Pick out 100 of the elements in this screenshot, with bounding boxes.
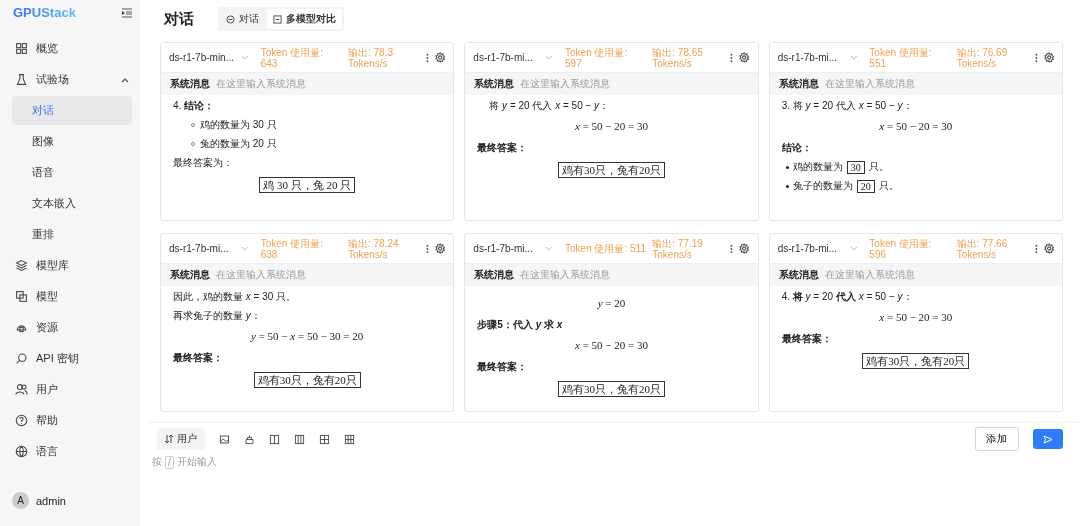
two-column-icon[interactable] xyxy=(269,433,280,445)
model-selector[interactable]: ds-r1-7b-mi... xyxy=(777,52,844,63)
image-icon[interactable] xyxy=(219,433,230,445)
output-speed: 输出: 78.24 Tokens/s xyxy=(347,237,400,260)
user-name[interactable]: admin xyxy=(36,494,66,507)
settings-icon[interactable] xyxy=(434,243,446,254)
answer-text: 最终答案为： xyxy=(173,156,234,170)
token-usage: Token 使用量: 638 xyxy=(260,237,324,260)
nav-item[interactable]: 概览 xyxy=(0,33,140,64)
boxed-answer: 鸡 30 只，兔 20 只 xyxy=(259,177,356,193)
math-equation: y = 20 xyxy=(596,297,627,309)
nav-subitem[interactable]: 语音 xyxy=(12,158,132,187)
heading-text: 步骤5：代入 y 求 x xyxy=(477,318,564,332)
nav-item[interactable]: 模型 xyxy=(0,281,140,312)
settings-icon[interactable] xyxy=(1043,52,1054,63)
boxed-answer: 鸡有30只，兔有20只 xyxy=(253,372,361,388)
system-message-label: 系统消息 xyxy=(778,268,819,282)
logo: GPUStack xyxy=(13,5,76,20)
math-equation: x = 50 − 20 = 30 xyxy=(574,120,649,132)
nav-item[interactable]: 帮助 xyxy=(0,405,140,436)
heading-text: 结论： xyxy=(781,141,813,155)
model-selector[interactable]: ds-r1-7b-min... xyxy=(169,52,236,63)
output-speed: 输出: 76.69 Tokens/s xyxy=(956,46,1009,69)
collapse-menu-icon[interactable] xyxy=(122,7,132,18)
output-speed: 输出: 77.19 Tokens/s xyxy=(652,237,704,260)
list-item: 鸡的数量为 xyxy=(792,160,843,174)
math-equation: x = 50 − 20 = 30 xyxy=(878,120,954,132)
output-speed: 输出: 78.3 Tokens/s xyxy=(347,46,394,69)
add-button[interactable]: 添加 xyxy=(975,427,1019,451)
settings-icon[interactable] xyxy=(1043,243,1054,254)
token-usage: Token 使用量: 643 xyxy=(260,46,324,69)
more-icon[interactable] xyxy=(730,52,734,63)
math-equation: y = 50 − x = 50 − 30 = 20 xyxy=(249,330,365,342)
model-selector[interactable]: ds-r1-7b-mi... xyxy=(473,243,540,254)
bullet-icon xyxy=(785,184,789,188)
settings-icon[interactable] xyxy=(434,52,446,63)
more-icon[interactable] xyxy=(426,243,429,254)
system-message-label: 系统消息 xyxy=(474,77,515,91)
role-button[interactable]: 用户 xyxy=(157,428,205,450)
users-icon xyxy=(15,383,28,396)
search-icon xyxy=(15,352,28,365)
shortcut-key: / xyxy=(165,455,174,469)
tab[interactable]: 多模型对比 xyxy=(267,9,342,29)
system-message-label: 系统消息 xyxy=(778,77,819,91)
nav-subitem[interactable]: 文本嵌入 xyxy=(12,189,132,218)
model-selector[interactable]: ds-r1-7b-mi... xyxy=(169,243,236,254)
nav-subitem[interactable]: 对话 xyxy=(12,96,132,125)
nav-subitem[interactable]: 重排 xyxy=(12,220,132,249)
swap-icon xyxy=(165,435,173,443)
panel-icon xyxy=(273,14,282,24)
list-item: 兔的数量为 20 只 xyxy=(200,137,277,151)
more-icon[interactable] xyxy=(1034,52,1038,63)
list-item: 兔子的数量为 xyxy=(792,179,853,193)
token-usage: Token 使用量: 596 xyxy=(869,237,933,260)
system-message-label: 系统消息 xyxy=(170,268,210,282)
output-speed: 输出: 78.65 Tokens/s xyxy=(652,46,704,69)
chevron-icon xyxy=(121,76,129,83)
answer-text: 再求兔子的数量 y： xyxy=(173,309,262,323)
hint-text: 按 xyxy=(152,455,162,469)
list-item: 只。 xyxy=(878,179,899,193)
more-icon[interactable] xyxy=(730,243,734,254)
avatar[interactable]: A xyxy=(12,492,29,509)
send-icon xyxy=(1043,434,1053,444)
heading-text: 最终答案： xyxy=(173,351,224,365)
model-selector[interactable]: ds-r1-7b-mi... xyxy=(473,52,540,63)
nav-item[interactable]: 用户 xyxy=(0,374,140,405)
system-message-label: 系统消息 xyxy=(474,268,515,282)
grid-four-icon[interactable] xyxy=(319,433,330,445)
nav-item[interactable]: 试验场 xyxy=(0,64,140,95)
answer-text: 因此，鸡的数量 x = 30 只。 xyxy=(173,290,298,304)
heading-text: 最终答案： xyxy=(781,332,833,346)
settings-icon[interactable] xyxy=(739,243,750,254)
nav-item[interactable]: 模型库 xyxy=(0,250,140,281)
grid-icon xyxy=(15,42,28,55)
math-equation: x = 50 − 20 = 30 xyxy=(574,339,649,351)
nav-item[interactable]: 资源 xyxy=(0,312,140,343)
help-icon xyxy=(15,414,28,427)
more-icon[interactable] xyxy=(1034,243,1038,254)
boxed-number: 30 xyxy=(846,160,865,174)
flask-icon xyxy=(15,73,28,86)
grid-six-icon[interactable] xyxy=(344,433,355,445)
send-button[interactable] xyxy=(1033,429,1063,449)
nav-item[interactable]: 语言 xyxy=(0,436,140,467)
answer-text: 将 y = 20 代入 x = 50 − y： xyxy=(488,99,611,113)
three-column-icon[interactable] xyxy=(294,433,305,445)
tab[interactable]: 对话 xyxy=(220,9,265,29)
bullet-icon xyxy=(785,165,789,169)
nav-subitem[interactable]: 图像 xyxy=(12,127,132,156)
copy-icon xyxy=(15,290,28,303)
layers-icon xyxy=(15,259,28,272)
nav-item[interactable]: API 密钥 xyxy=(0,343,140,374)
settings-icon[interactable] xyxy=(739,52,750,63)
token-usage: Token 使用量: 511 xyxy=(565,243,647,254)
chat-bubble-icon xyxy=(226,14,235,24)
boxed-answer: 鸡有30只，兔有20只 xyxy=(558,162,665,178)
heading-text: 最终答案： xyxy=(477,360,529,374)
more-icon[interactable] xyxy=(426,52,429,63)
model-selector[interactable]: ds-r1-7b-mi... xyxy=(777,243,844,254)
boxed-answer: 鸡有30只，兔有20只 xyxy=(862,353,970,369)
answer-text: 3. 将 y = 20 代入 x = 50 − y： xyxy=(781,99,914,113)
